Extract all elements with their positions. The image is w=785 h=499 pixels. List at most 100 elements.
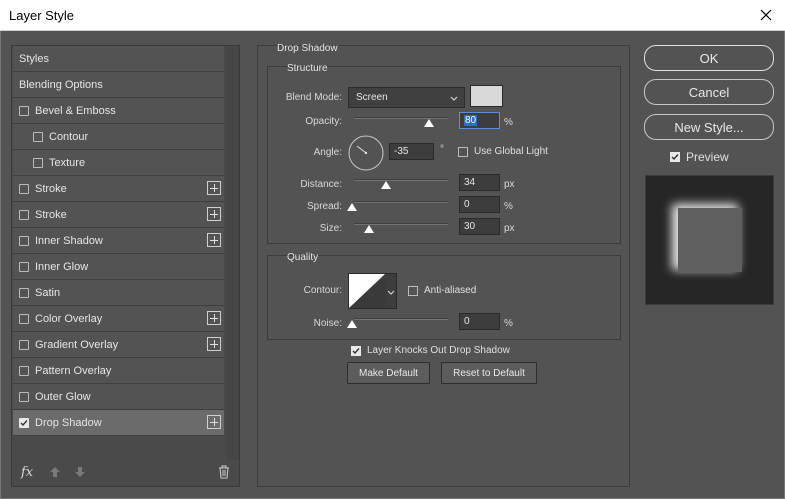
style-item-label: Pattern Overlay: [35, 364, 112, 377]
layer-knocks-out-box[interactable]: [351, 345, 361, 356]
style-item-styles[interactable]: Styles: [13, 46, 224, 72]
angle-dial[interactable]: [348, 135, 384, 171]
move-up-icon[interactable]: [49, 466, 61, 481]
fx-icon[interactable]: fx: [21, 465, 33, 480]
style-item-checkbox[interactable]: [19, 391, 29, 402]
chevron-down-icon: [450, 94, 458, 105]
opacity-input[interactable]: 80: [459, 112, 500, 129]
style-item-blending-options[interactable]: Blending Options: [13, 72, 224, 98]
add-instance-icon[interactable]: [207, 233, 221, 247]
drop-shadow-panel: Drop Shadow Structure Blend Mode: Screen…: [257, 43, 630, 487]
section-title: Drop Shadow: [277, 43, 338, 54]
style-item-checkbox[interactable]: [19, 105, 29, 116]
size-slider-thumb[interactable]: [364, 225, 374, 233]
angle-label: Angle:: [313, 147, 342, 158]
style-item-contour[interactable]: Contour: [13, 124, 224, 150]
style-item-checkbox[interactable]: [33, 131, 43, 142]
style-item-pattern-overlay[interactable]: Pattern Overlay: [13, 358, 224, 384]
preview-label: Preview: [686, 150, 729, 164]
style-item-checkbox[interactable]: [19, 313, 29, 324]
size-unit: px: [504, 223, 515, 234]
opacity-label: Opacity:: [305, 116, 342, 127]
style-item-inner-shadow[interactable]: Inner Shadow: [13, 228, 224, 254]
style-item-checkbox[interactable]: [19, 235, 29, 246]
add-instance-icon[interactable]: [207, 337, 221, 351]
distance-unit: px: [504, 179, 515, 190]
add-instance-icon[interactable]: [207, 311, 221, 325]
reset-to-default-button[interactable]: Reset to Default: [441, 362, 537, 384]
style-item-checkbox[interactable]: [19, 339, 29, 350]
contour-label: Contour:: [303, 285, 342, 296]
shadow-color-swatch[interactable]: [470, 85, 503, 107]
distance-input[interactable]: 34: [459, 174, 500, 191]
style-item-stroke[interactable]: Stroke: [13, 176, 224, 202]
preview-checkbox[interactable]: Preview: [670, 150, 729, 164]
spread-value: 0: [464, 199, 470, 210]
title-bar: Layer Style: [0, 0, 785, 31]
style-item-checkbox[interactable]: [19, 209, 29, 220]
spread-slider-track[interactable]: [354, 201, 448, 203]
size-input[interactable]: 30: [459, 218, 500, 235]
blend-mode-select[interactable]: Screen: [348, 87, 465, 108]
cancel-button[interactable]: Cancel: [644, 79, 774, 105]
angle-input[interactable]: -35: [389, 143, 434, 160]
add-instance-icon[interactable]: [207, 207, 221, 221]
styles-panel: Styles Blending Options Bevel & Emboss Cont…: [11, 45, 240, 487]
move-down-icon[interactable]: [74, 466, 86, 481]
style-item-color-overlay[interactable]: Color Overlay: [13, 306, 224, 332]
style-item-label: Outer Glow: [35, 390, 91, 403]
anti-aliased-box[interactable]: [408, 285, 418, 296]
style-item-label: Styles: [19, 52, 49, 65]
use-global-light-label: Use Global Light: [474, 146, 548, 157]
make-default-button[interactable]: Make Default: [347, 362, 430, 384]
opacity-slider-thumb[interactable]: [424, 119, 435, 127]
noise-slider-track[interactable]: [354, 318, 448, 320]
spread-input[interactable]: 0: [459, 196, 500, 213]
size-label: Size:: [319, 223, 342, 234]
style-item-satin[interactable]: Satin: [13, 280, 224, 306]
trash-icon[interactable]: [218, 465, 230, 482]
new-style-button[interactable]: New Style...: [644, 114, 774, 140]
opacity-unit: %: [504, 117, 513, 128]
add-instance-icon[interactable]: [207, 181, 221, 195]
style-item-label: Texture: [49, 156, 86, 169]
spread-label: Spread:: [306, 201, 342, 212]
style-item-stroke[interactable]: Stroke: [13, 202, 224, 228]
style-item-checkbox[interactable]: [19, 287, 29, 298]
anti-aliased-checkbox[interactable]: Anti-aliased: [408, 285, 476, 296]
noise-input[interactable]: 0: [459, 313, 500, 330]
distance-slider-thumb[interactable]: [381, 181, 391, 189]
use-global-light-checkbox[interactable]: Use Global Light: [458, 146, 548, 157]
style-item-outer-glow[interactable]: Outer Glow: [13, 384, 224, 410]
ok-button[interactable]: OK: [644, 45, 774, 71]
style-item-gradient-overlay[interactable]: Gradient Overlay: [13, 332, 224, 358]
style-item-checkbox[interactable]: [33, 157, 43, 168]
contour-thumbnail-icon: [349, 274, 385, 308]
style-item-bevel-emboss[interactable]: Bevel & Emboss: [13, 98, 224, 124]
distance-slider-track[interactable]: [354, 179, 448, 181]
spread-unit: %: [504, 201, 513, 212]
style-item-checkbox[interactable]: [19, 417, 29, 428]
add-instance-icon[interactable]: [207, 415, 221, 429]
style-item-checkbox[interactable]: [19, 183, 29, 194]
use-global-light-box[interactable]: [458, 146, 468, 157]
style-item-texture[interactable]: Texture: [13, 150, 224, 176]
angle-value: -35: [394, 146, 409, 157]
style-item-inner-glow[interactable]: Inner Glow: [13, 254, 224, 280]
style-item-checkbox[interactable]: [19, 261, 29, 272]
contour-picker[interactable]: [348, 273, 397, 309]
close-icon[interactable]: [755, 4, 777, 26]
spread-slider-thumb[interactable]: [347, 203, 357, 211]
style-item-checkbox[interactable]: [19, 365, 29, 376]
layer-knocks-out-checkbox[interactable]: Layer Knocks Out Drop Shadow: [351, 345, 510, 356]
style-item-label: Inner Shadow: [35, 234, 103, 247]
style-item-drop-shadow[interactable]: Drop Shadow: [13, 410, 224, 436]
preview-box[interactable]: [670, 152, 680, 162]
styles-scrollbar[interactable]: [226, 46, 239, 460]
noise-unit: %: [504, 318, 513, 329]
opacity-value: 80: [464, 115, 478, 126]
layer-knocks-out-label: Layer Knocks Out Drop Shadow: [367, 345, 510, 356]
style-preview: [645, 175, 774, 305]
noise-slider-thumb[interactable]: [347, 320, 357, 328]
style-item-label: Stroke: [35, 182, 67, 195]
